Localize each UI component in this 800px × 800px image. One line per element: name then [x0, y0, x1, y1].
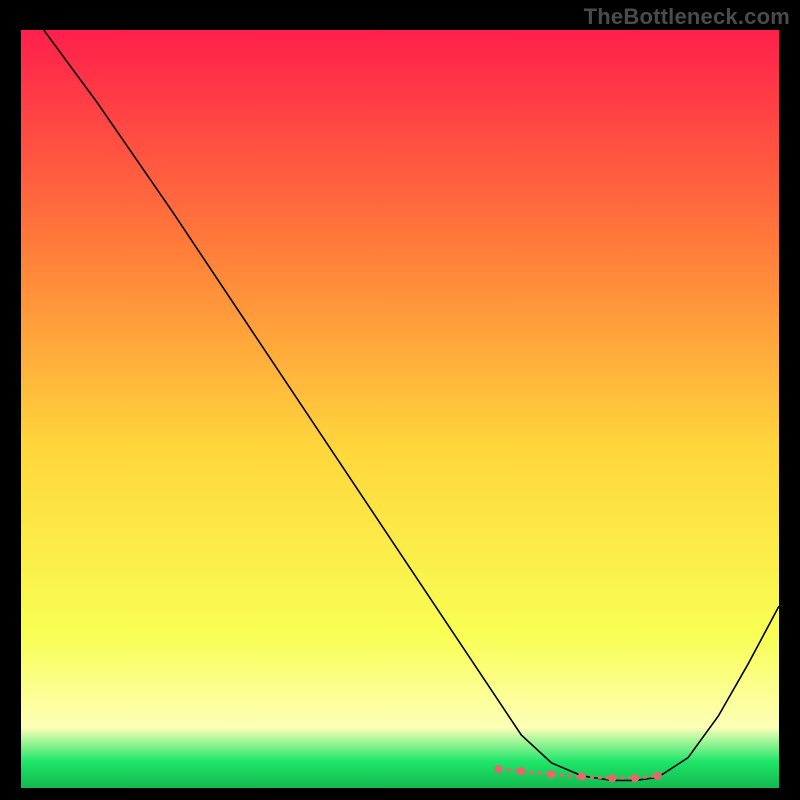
dotted-point	[494, 765, 502, 773]
chart-container: TheBottleneck.com	[0, 0, 800, 800]
watermark-text: TheBottleneck.com	[584, 4, 790, 30]
dotted-point	[578, 772, 586, 780]
dotted-point	[654, 772, 662, 780]
dotted-point	[517, 767, 525, 775]
dotted-point	[547, 770, 555, 778]
gradient-v-plot	[21, 30, 779, 788]
dotted-point	[631, 774, 639, 782]
gradient-background	[21, 30, 779, 788]
dotted-point	[608, 774, 616, 782]
